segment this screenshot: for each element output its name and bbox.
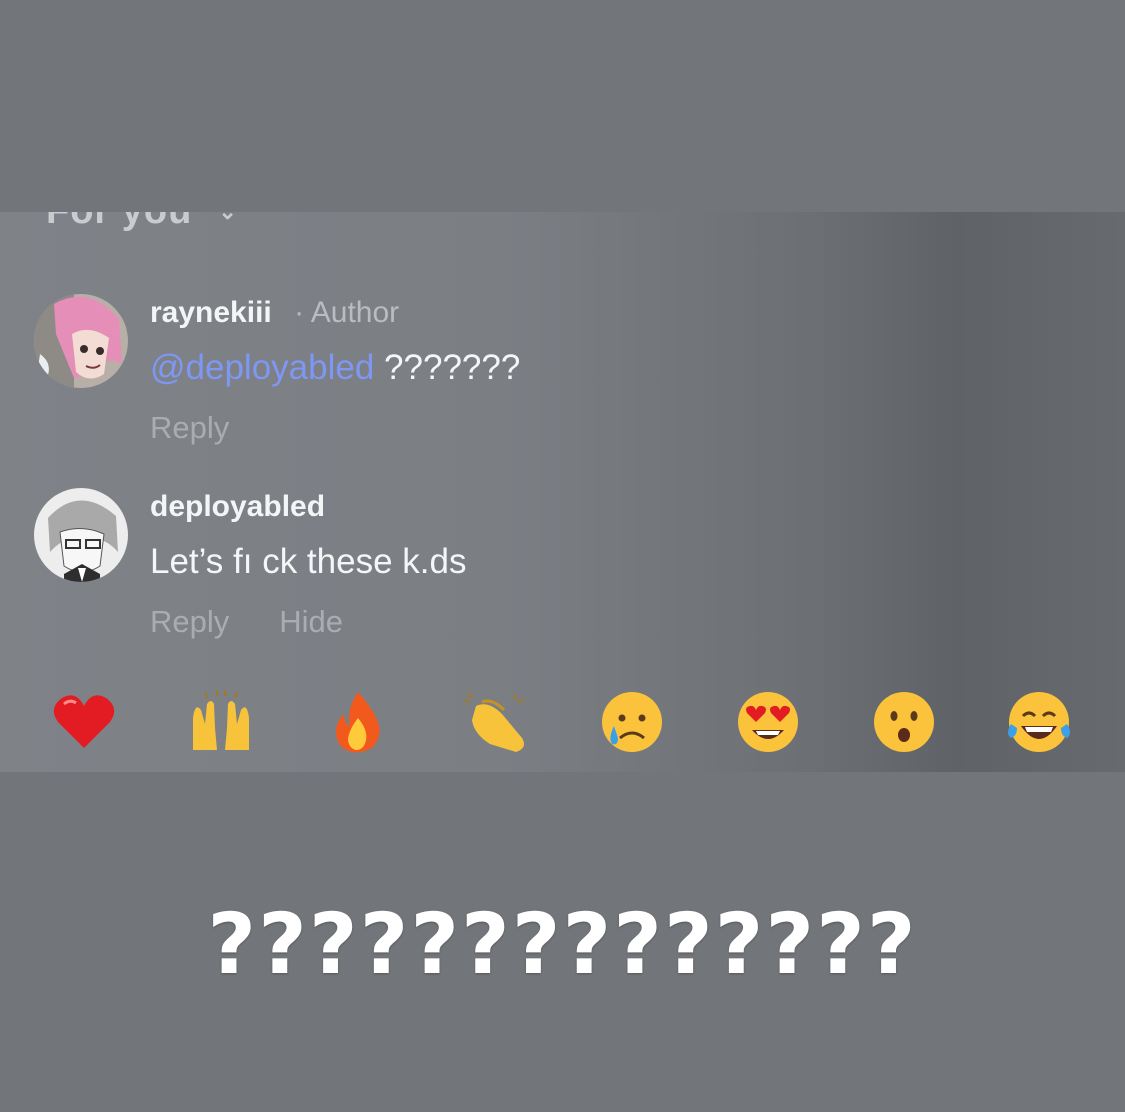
- fire-icon[interactable]: [322, 686, 394, 758]
- red-heart-icon[interactable]: [48, 686, 120, 758]
- comments-panel: For you ⌄ raynekiii · Author @deployable…: [0, 212, 1125, 772]
- chevron-down-icon: ⌄: [218, 212, 237, 225]
- reaction-bar: [0, 674, 1125, 772]
- reply-button[interactable]: Reply: [150, 604, 229, 640]
- raised-hands-icon[interactable]: [185, 686, 257, 758]
- heart-eyes-icon[interactable]: [732, 686, 804, 758]
- comment-text: Let’s fı ck these k.ds: [150, 542, 466, 582]
- top-gray-band: [0, 0, 1125, 212]
- avatar[interactable]: [34, 488, 128, 582]
- comment-username[interactable]: deployabled: [150, 490, 325, 523]
- avatar[interactable]: [34, 294, 128, 388]
- hide-button[interactable]: Hide: [279, 604, 343, 640]
- author-badge: · Author: [294, 296, 400, 329]
- sort-label: For you: [46, 212, 192, 233]
- reply-button[interactable]: Reply: [150, 410, 229, 446]
- clapping-hands-icon[interactable]: [460, 686, 532, 758]
- caption-text: ??????????????: [207, 895, 918, 993]
- tears-of-joy-icon[interactable]: [1003, 686, 1075, 758]
- surprised-face-icon[interactable]: [868, 686, 940, 758]
- sort-dropdown[interactable]: For you ⌄: [46, 212, 238, 233]
- crying-face-icon[interactable]: [596, 686, 668, 758]
- comment-body: Let’s fı ck these k.ds: [150, 542, 467, 581]
- comment-body: ???????: [384, 348, 521, 387]
- comment-text: @deployabled ???????: [150, 348, 520, 388]
- comment-username[interactable]: raynekiii: [150, 296, 272, 329]
- mention-link[interactable]: @deployabled: [150, 348, 374, 387]
